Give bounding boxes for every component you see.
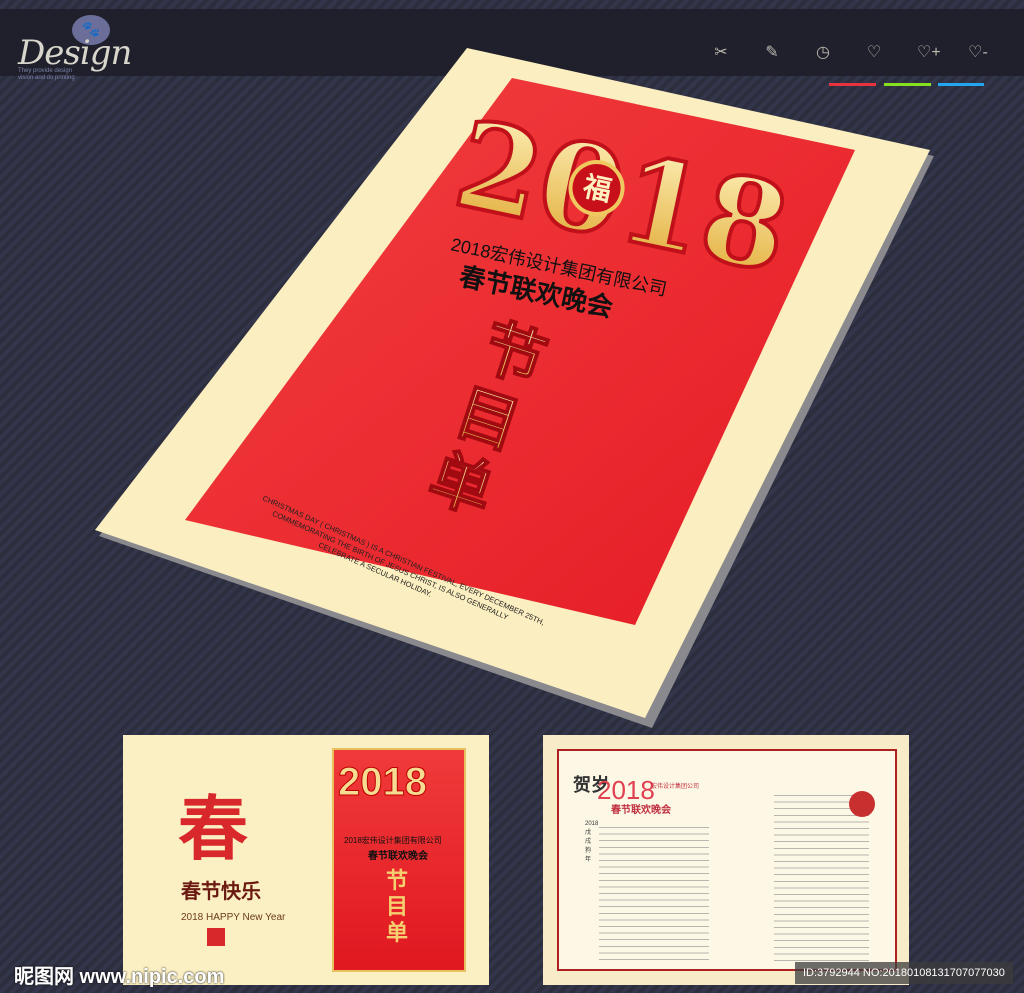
program-frame: 贺岁 2018 宏伟设计集团公司 春节联欢晚会 2018 戊戌狗年 xyxy=(557,749,897,971)
nipic-watermark: 昵图网 www.nipic.com xyxy=(14,966,225,988)
program-list-left xyxy=(599,823,709,963)
thumb-event: 春节联欢晚会 xyxy=(368,851,428,862)
thumb-year: 2018 xyxy=(338,760,428,805)
thumb-company: 2018宏伟设计集团有限公司 xyxy=(344,836,442,845)
thumbnail-front-back[interactable]: 春 春节快乐 2018 HAPPY New Year 2018 2018宏伟设计… xyxy=(123,735,489,985)
side-text: 2018 戊戌狗年 xyxy=(585,821,599,863)
lantern xyxy=(849,791,875,817)
thumb-red-cover: 2018 2018宏伟设计集团有限公司 春节联欢晚会 节目单 xyxy=(332,748,466,972)
thumbnail-program-list[interactable]: 贺岁 2018 宏伟设计集团公司 春节联欢晚会 2018 戊戌狗年 xyxy=(543,735,909,985)
happy-new-year: 2018 HAPPY New Year xyxy=(181,912,286,923)
image-id-label: ID:3792944 NO:20180108131707077030 xyxy=(795,962,1013,984)
list-event: 春节联欢晚会 xyxy=(611,805,671,816)
thumb-title: 节目单 xyxy=(386,868,409,945)
list-company: 宏伟设计集团公司 xyxy=(651,784,700,790)
greeting: 春节快乐 xyxy=(181,881,261,903)
spring-papercut: 春 xyxy=(178,790,248,868)
seal-stamp xyxy=(207,928,225,946)
program-list-right xyxy=(774,791,869,961)
